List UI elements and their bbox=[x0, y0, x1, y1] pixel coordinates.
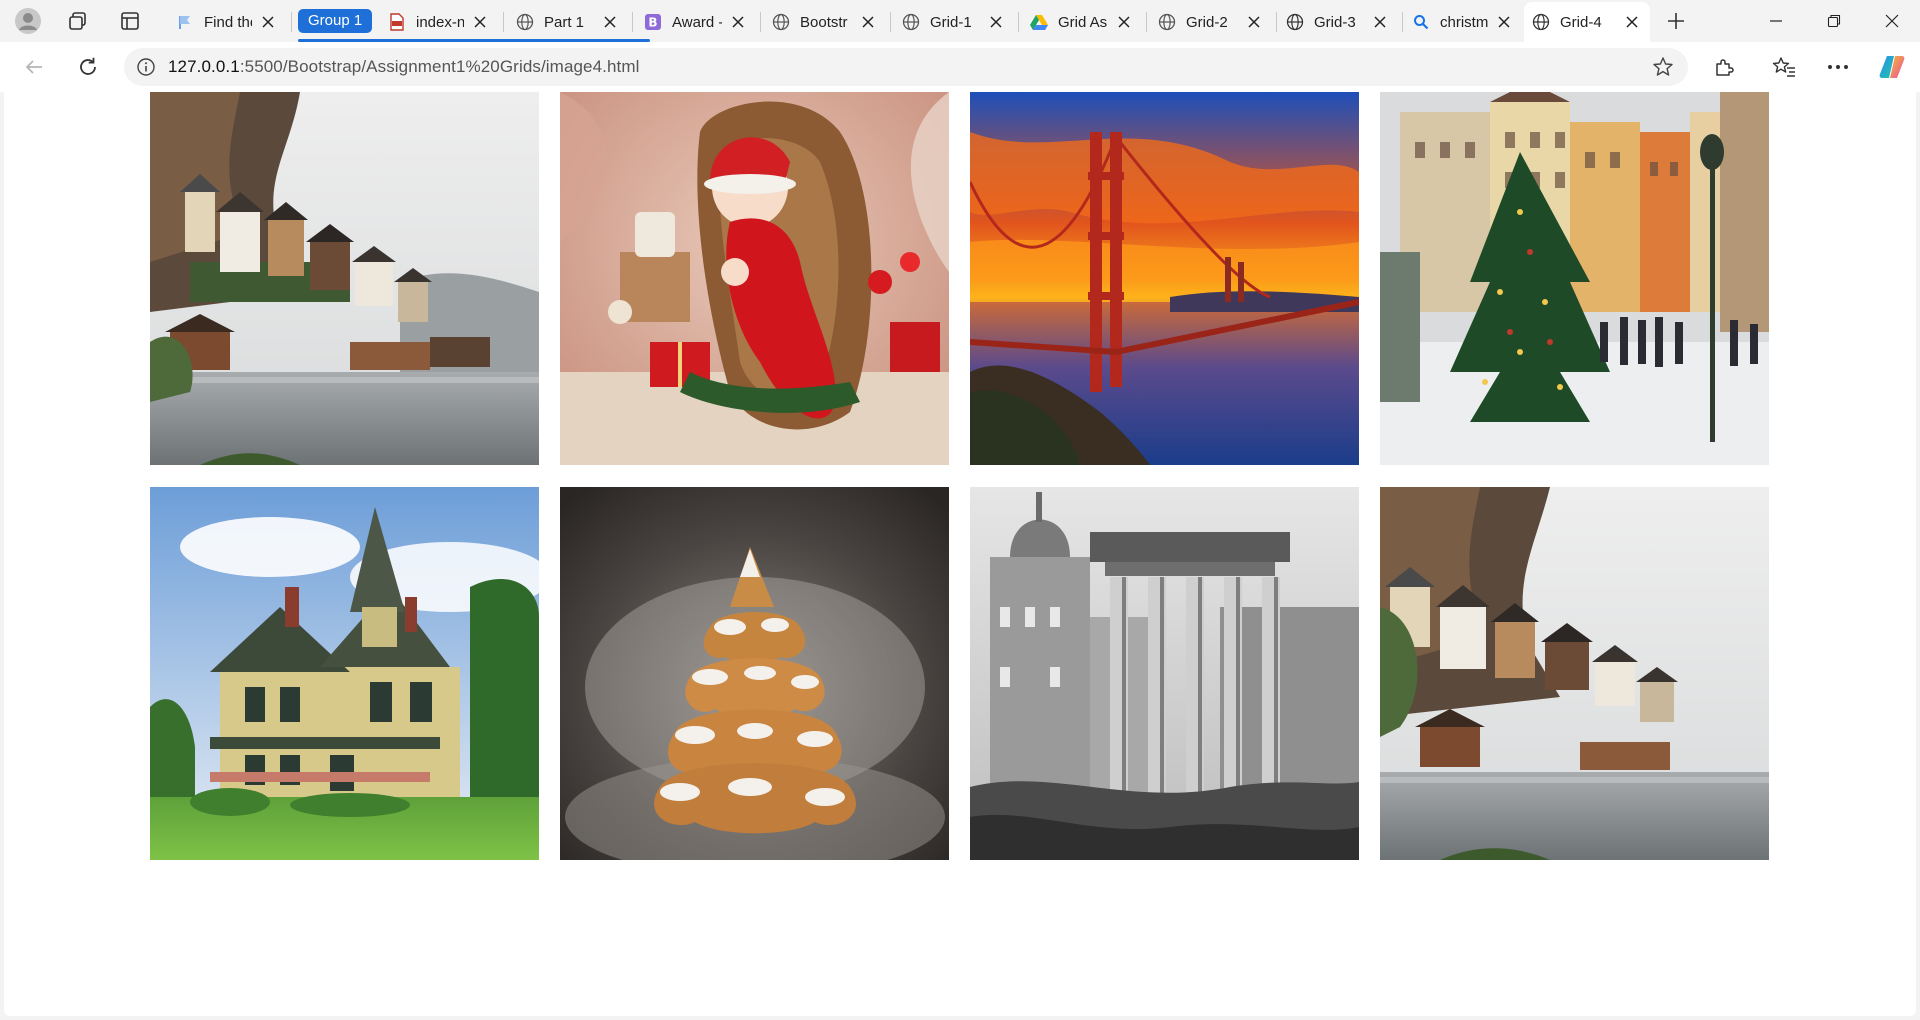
restore-button[interactable] bbox=[1806, 0, 1862, 42]
settings-menu-button[interactable] bbox=[1820, 50, 1856, 84]
svg-text:B: B bbox=[648, 16, 657, 30]
close-tab-icon[interactable] bbox=[1494, 12, 1514, 32]
image-grid bbox=[150, 92, 1772, 860]
favorites-list-icon bbox=[1772, 57, 1795, 77]
copilot-button[interactable] bbox=[1874, 50, 1910, 84]
globe-icon bbox=[1532, 13, 1550, 31]
close-tab-icon[interactable] bbox=[600, 12, 620, 32]
tab-separator bbox=[632, 12, 633, 32]
close-tab-icon[interactable] bbox=[1244, 12, 1264, 32]
workspaces-button[interactable] bbox=[60, 5, 96, 37]
flag-icon bbox=[176, 13, 194, 31]
tab-title: Part 1 bbox=[544, 13, 585, 31]
tab-separator bbox=[1146, 12, 1147, 32]
tab-index-pdf[interactable]: index-n bbox=[380, 3, 498, 41]
golden-gate-sunset-image bbox=[970, 92, 1359, 465]
globe-icon bbox=[1158, 13, 1176, 31]
minimize-icon bbox=[1770, 20, 1782, 22]
globe-icon bbox=[902, 13, 920, 31]
more-dots-icon bbox=[1828, 65, 1848, 69]
close-tab-icon[interactable] bbox=[858, 12, 878, 32]
site-info-icon[interactable] bbox=[124, 48, 168, 86]
globe-icon bbox=[1286, 13, 1304, 31]
refresh-button[interactable] bbox=[70, 50, 106, 84]
back-arrow-icon bbox=[25, 60, 42, 74]
refresh-icon bbox=[80, 57, 96, 75]
favorites-button[interactable] bbox=[1766, 50, 1802, 84]
globe-icon bbox=[516, 13, 534, 31]
url-path: :5500/Bootstrap/Assignment1%20Grids/imag… bbox=[239, 57, 640, 76]
tab-separator bbox=[503, 12, 504, 32]
avatar-icon bbox=[15, 8, 41, 34]
bootstrap-icon: B bbox=[644, 13, 662, 31]
tab-grid-assignment[interactable]: Grid As bbox=[1022, 3, 1142, 41]
close-tab-icon[interactable] bbox=[1622, 12, 1642, 32]
tab-title: Grid-4 bbox=[1560, 13, 1602, 31]
profile-avatar-button[interactable] bbox=[10, 5, 46, 37]
back-button[interactable] bbox=[16, 50, 52, 84]
tab-separator bbox=[1276, 12, 1277, 32]
lakeside-village-repeat-image bbox=[1380, 487, 1769, 860]
favorite-star-icon[interactable] bbox=[1648, 52, 1678, 82]
tab-part-1[interactable]: Part 1 bbox=[508, 3, 628, 41]
pdf-icon bbox=[388, 13, 406, 31]
search-icon bbox=[1412, 13, 1430, 31]
gingerbread-tree-cookie-image bbox=[560, 487, 949, 860]
christmas-market-square-image bbox=[1380, 92, 1769, 465]
close-tab-icon[interactable] bbox=[258, 12, 278, 32]
tab-group-chip[interactable]: Group 1 bbox=[298, 9, 373, 33]
tab-title: christm bbox=[1440, 13, 1488, 31]
tab-find-the[interactable]: Find the bbox=[168, 3, 286, 41]
restore-icon bbox=[1827, 14, 1841, 28]
drive-icon bbox=[1030, 13, 1048, 31]
url-host: 127.0.0.1 bbox=[168, 57, 240, 76]
tab-title: Grid-3 bbox=[1314, 13, 1356, 31]
globe-icon bbox=[772, 13, 790, 31]
close-tab-icon[interactable] bbox=[1114, 12, 1134, 32]
minimize-button[interactable] bbox=[1748, 0, 1804, 42]
tab-separator bbox=[1402, 12, 1403, 32]
tab-christmas-search[interactable]: christm bbox=[1404, 3, 1522, 41]
tab-grid-3[interactable]: Grid-3 bbox=[1278, 3, 1398, 41]
url-text[interactable]: 127.0.0.1:5500/Bootstrap/Assignment1%20G… bbox=[168, 57, 640, 77]
navigation-bar: 127.0.0.1:5500/Bootstrap/Assignment1%20G… bbox=[0, 42, 1920, 92]
close-tab-icon[interactable] bbox=[986, 12, 1006, 32]
tab-title: Grid-1 bbox=[930, 13, 972, 31]
roman-forum-ruins-image bbox=[970, 487, 1359, 860]
vertical-tabs-icon bbox=[121, 12, 139, 30]
tab-separator bbox=[291, 12, 292, 32]
plus-icon bbox=[1668, 13, 1684, 29]
extensions-button[interactable] bbox=[1706, 50, 1742, 84]
tab-title: Find the bbox=[204, 13, 252, 31]
lakeside-village-image bbox=[150, 92, 539, 465]
close-tab-icon[interactable] bbox=[470, 12, 490, 32]
newborn-santa-image bbox=[560, 92, 949, 465]
tab-separator bbox=[890, 12, 891, 32]
tab-award[interactable]: B Award - bbox=[636, 3, 756, 41]
close-window-button[interactable] bbox=[1864, 0, 1920, 42]
tab-bar: Find the Group 1 index-n Part 1 B Award … bbox=[0, 0, 1920, 42]
tab-bootstrap[interactable]: Bootstr bbox=[764, 3, 886, 41]
tab-title: Grid-2 bbox=[1186, 13, 1228, 31]
tab-title: Bootstr bbox=[800, 13, 848, 31]
tab-title: Award - bbox=[672, 13, 722, 31]
close-tab-icon[interactable] bbox=[728, 12, 748, 32]
tab-separator bbox=[1018, 12, 1019, 32]
puzzle-icon bbox=[1716, 59, 1734, 76]
new-tab-button[interactable] bbox=[1658, 5, 1694, 37]
address-bar[interactable]: 127.0.0.1:5500/Bootstrap/Assignment1%20G… bbox=[124, 48, 1688, 86]
tab-grid-1[interactable]: Grid-1 bbox=[894, 3, 1014, 41]
tab-actions-button[interactable] bbox=[112, 5, 148, 37]
tab-title: index-n bbox=[416, 13, 464, 31]
close-tab-icon[interactable] bbox=[1370, 12, 1390, 32]
page-viewport bbox=[4, 92, 1916, 1016]
victorian-house-image bbox=[150, 487, 539, 860]
copilot-icon bbox=[1879, 56, 1905, 78]
tab-grid-2[interactable]: Grid-2 bbox=[1150, 3, 1272, 41]
tab-title: Grid As bbox=[1058, 13, 1108, 31]
workspaces-icon bbox=[69, 12, 86, 30]
tab-grid-4[interactable]: Grid-4 bbox=[1524, 2, 1650, 42]
tab-separator bbox=[760, 12, 761, 32]
close-icon bbox=[1885, 14, 1899, 28]
